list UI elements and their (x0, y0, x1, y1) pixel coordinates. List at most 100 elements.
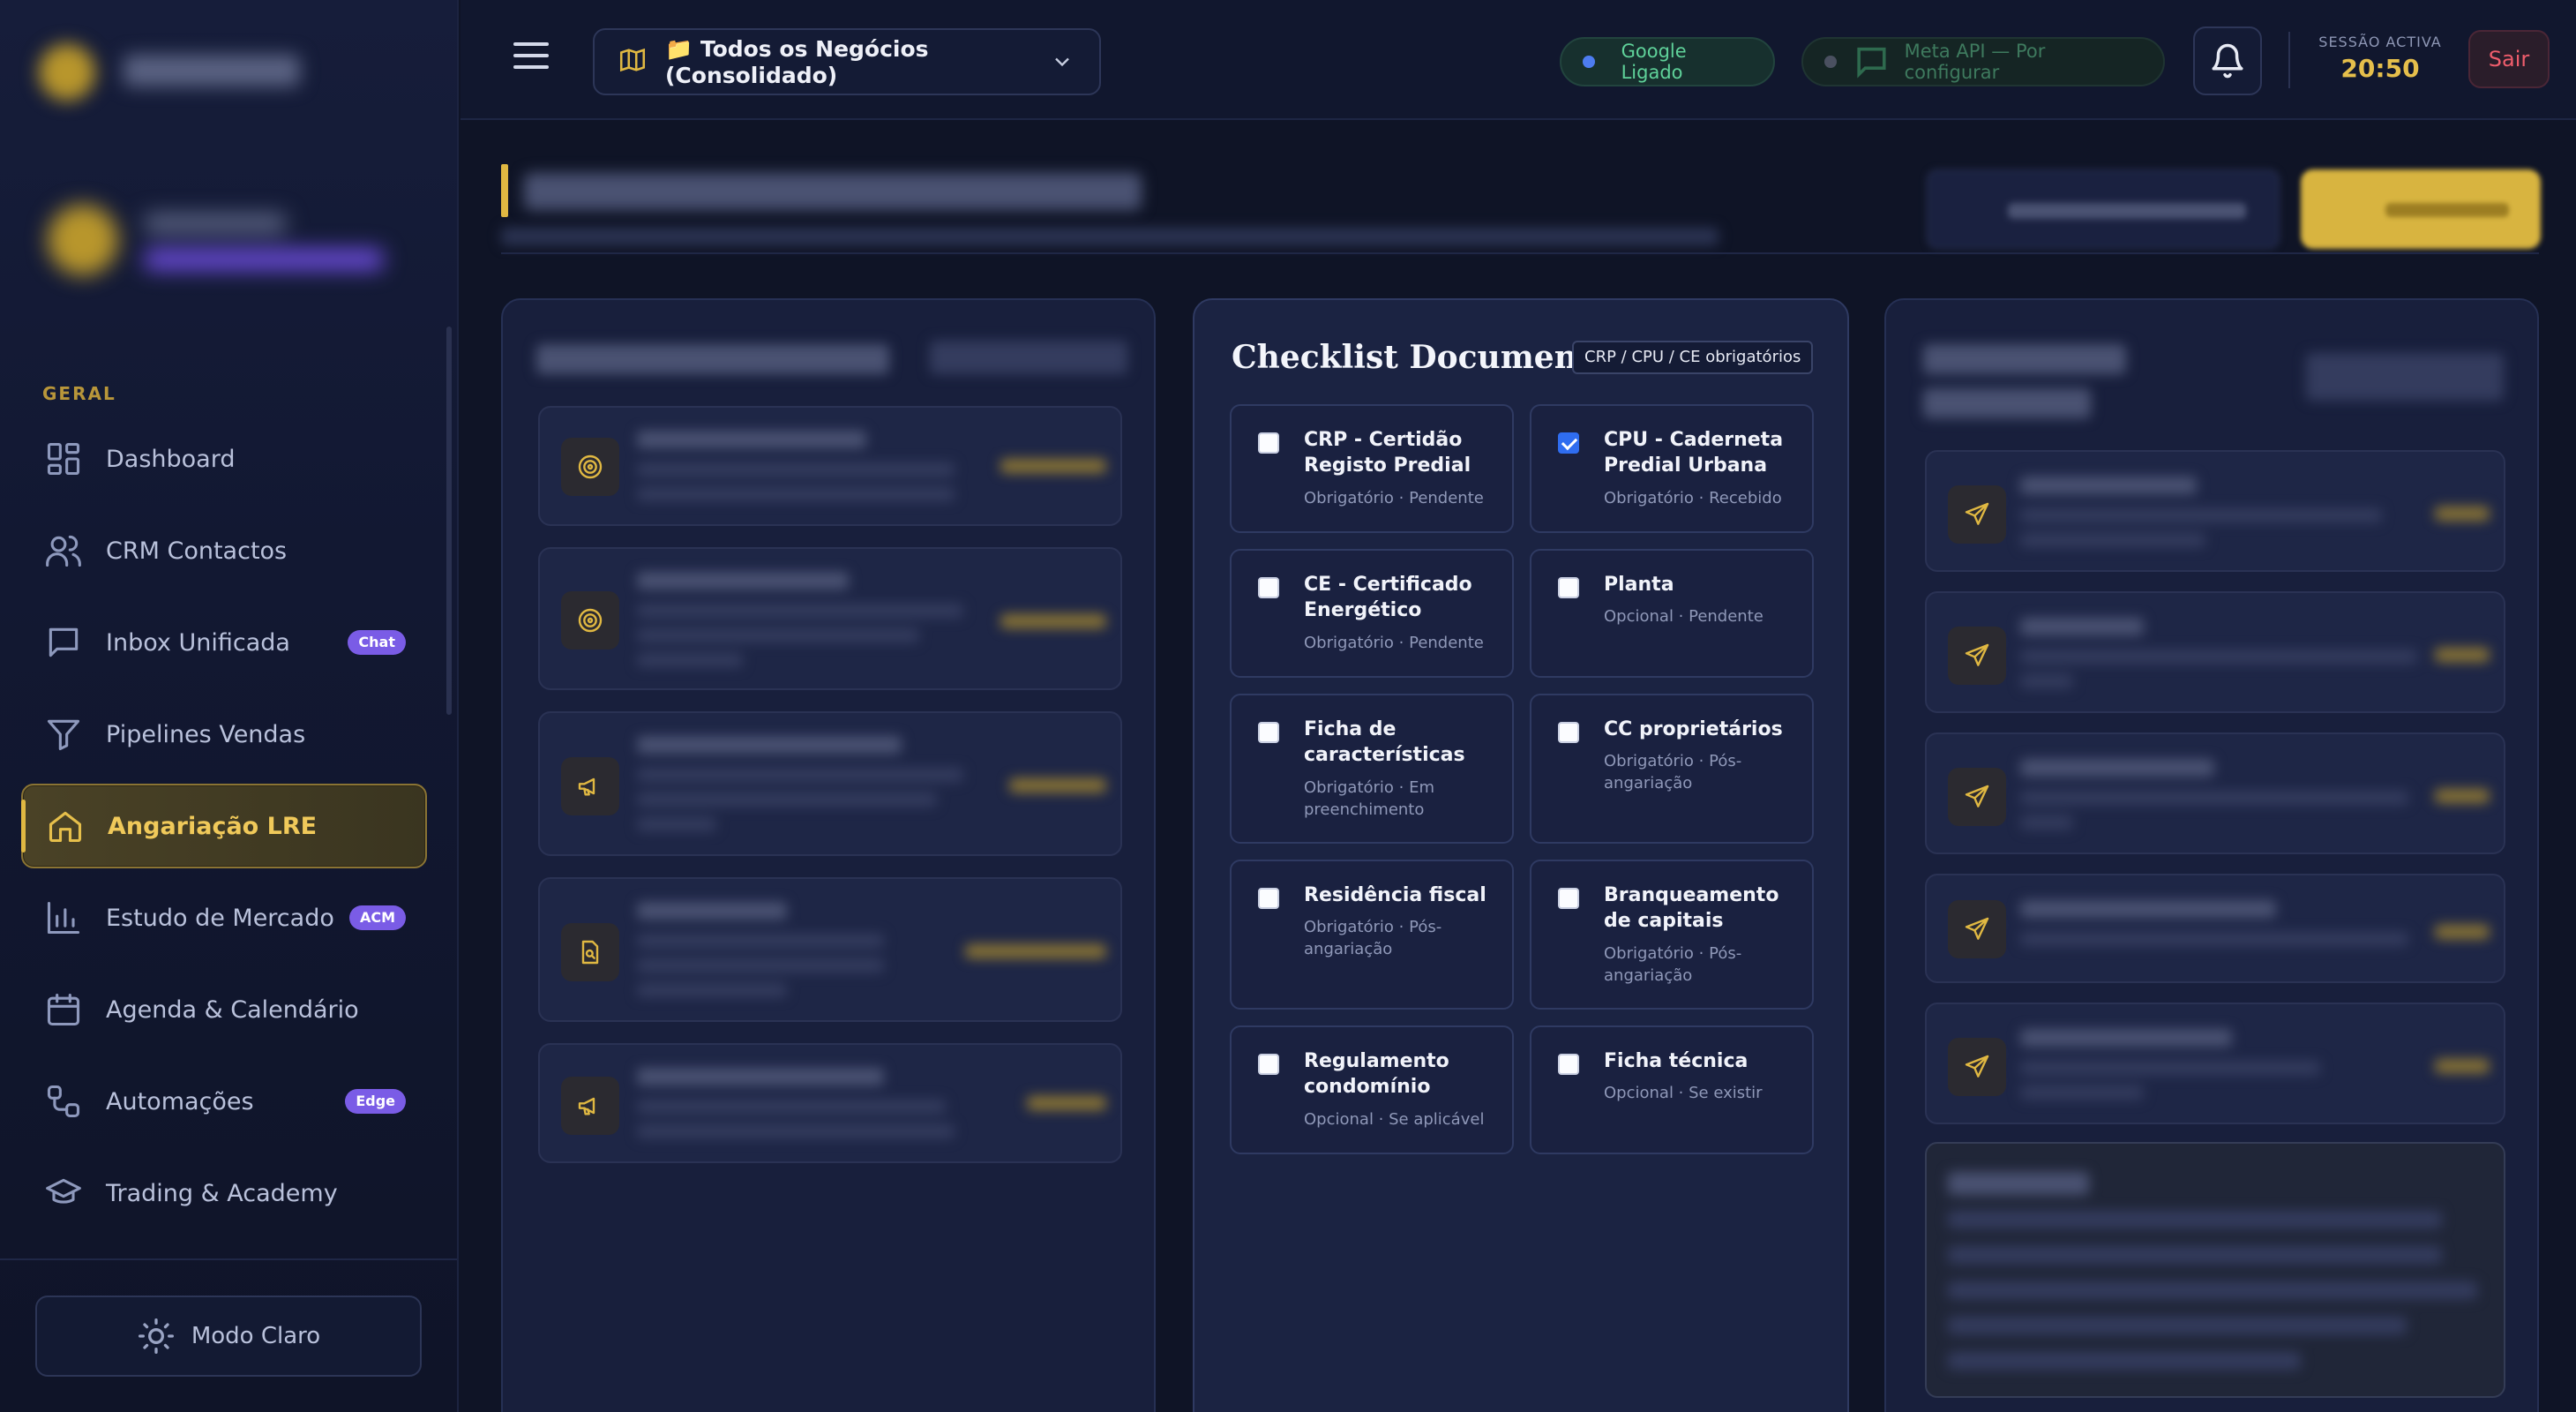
document-checkbox[interactable] (1258, 722, 1279, 743)
home-icon (44, 805, 86, 847)
document-checkbox[interactable] (1258, 432, 1279, 454)
document-item[interactable]: Residência fiscal Obrigatório · Pós-anga… (1230, 860, 1514, 1010)
document-checkbox[interactable] (1558, 722, 1579, 743)
document-checkbox[interactable] (1558, 888, 1579, 909)
sidebar-item-label: Dashboard (106, 445, 236, 473)
bar-chart-icon (42, 897, 85, 939)
sidebar-item-label: Angariação LRE (108, 812, 318, 840)
sun-icon (138, 1318, 174, 1354)
nav-section-label: GERAL (42, 383, 116, 404)
template-item[interactable] (1925, 591, 2505, 713)
page-title (524, 173, 1142, 210)
document-item[interactable]: Branqueamento de capitais Obrigatório · … (1530, 860, 1814, 1010)
edge-badge: Edge (345, 1089, 406, 1114)
sidebar-item-estudo-mercado[interactable]: Estudo de Mercado ACM (21, 875, 427, 960)
pipeline-item[interactable] (538, 406, 1122, 526)
sidebar-item-automacoes[interactable]: Automações Edge (21, 1059, 427, 1144)
document-name: CPU - Caderneta Predial Urbana (1604, 429, 1784, 477)
page-subtitle (501, 228, 1719, 245)
calendar-icon (42, 988, 85, 1031)
business-selector[interactable]: 📁 Todos os Negócios (Consolidado) (593, 28, 1101, 95)
document-status: Obrigatório · Em preenchimento (1304, 778, 1435, 819)
document-checkbox[interactable] (1558, 577, 1579, 598)
document-item[interactable]: Regulamento condomínio Opcional · Se apl… (1230, 1025, 1514, 1154)
light-mode-label: Modo Claro (191, 1323, 321, 1349)
document-item[interactable]: CE - Certificado Energético Obrigatório … (1230, 549, 1514, 678)
notifications-button[interactable] (2193, 26, 2262, 95)
document-name: CE - Certificado Energético (1304, 574, 1472, 621)
sidebar-item-pipelines[interactable]: Pipelines Vendas (21, 692, 427, 777)
workflow-icon (42, 1080, 85, 1123)
brand-logo[interactable] (39, 39, 321, 106)
document-status: Obrigatório · Pós-angariação (1604, 752, 1742, 792)
menu-toggle-icon[interactable] (513, 42, 549, 78)
top-bar: 📁 Todos os Negócios (Consolidado) Google… (461, 0, 2576, 120)
document-item[interactable]: Planta Opcional · Pendente (1530, 549, 1814, 678)
template-item[interactable] (1925, 1003, 2505, 1124)
document-name: Planta (1604, 574, 1674, 596)
document-checkbox[interactable] (1258, 1054, 1279, 1075)
megaphone-icon (561, 757, 619, 815)
document-checkbox[interactable] (1258, 577, 1279, 598)
session-time: 20:50 (2340, 54, 2420, 83)
template-item[interactable] (1925, 450, 2505, 572)
document-item[interactable]: Ficha de características Obrigatório · E… (1230, 694, 1514, 844)
document-checkbox[interactable] (1558, 1054, 1579, 1075)
document-status: Obrigatório · Pós-angariação (1604, 944, 1742, 985)
pipeline-item[interactable] (538, 1043, 1122, 1163)
meta-status-label: Meta API — Por configurar (1904, 41, 2046, 83)
pipeline-item[interactable] (538, 711, 1122, 856)
target-icon (561, 591, 619, 650)
google-status-badge[interactable]: Google Ligado (1560, 37, 1775, 86)
document-status: Opcional · Se existir (1604, 1084, 1763, 1102)
sidebar-item-trading[interactable]: Trading & Academy (21, 1151, 427, 1236)
document-status: Obrigatório · Pós-angariação (1304, 918, 1442, 958)
sidebar-item-inbox[interactable]: Inbox Unificada Chat (21, 600, 427, 685)
users-icon (42, 530, 85, 572)
pipeline-item[interactable] (538, 877, 1122, 1022)
notes-panel (1925, 1142, 2505, 1398)
sidebar-item-dashboard[interactable]: Dashboard (21, 417, 427, 501)
session-label: SESSÃO ACTIVA (2318, 34, 2442, 50)
checklist-title: Checklist Documental (1232, 339, 1625, 376)
sidebar-item-label: Inbox Unificada (106, 628, 290, 657)
document-item[interactable]: CPU - Caderneta Predial Urbana Obrigatór… (1530, 404, 1814, 533)
document-checkbox[interactable] (1558, 432, 1579, 454)
sidebar-item-label: CRM Contactos (106, 537, 288, 565)
sidebar-item-crm-contactos[interactable]: CRM Contactos (21, 508, 427, 593)
header-divider (501, 252, 2539, 254)
chat-badge: Chat (348, 630, 406, 655)
document-name: CC proprietários (1604, 718, 1783, 740)
template-item[interactable] (1925, 874, 2505, 983)
document-name: Residência fiscal (1304, 884, 1486, 906)
chat-bubble-icon (42, 621, 85, 664)
logout-button[interactable]: Sair (2468, 30, 2550, 88)
meta-status-badge[interactable]: Meta API — Por configurar (1801, 37, 2165, 86)
chevron-down-icon (1050, 49, 1075, 78)
primary-action-button[interactable] (2301, 169, 2541, 249)
sidebar-item-label: Estudo de Mercado (106, 904, 334, 932)
document-item[interactable]: CC proprietários Obrigatório · Pós-angar… (1530, 694, 1814, 844)
sidebar-item-angariacao[interactable]: Angariação LRE (21, 784, 427, 868)
document-status: Opcional · Pendente (1604, 607, 1764, 626)
document-name: Regulamento condomínio (1304, 1050, 1449, 1098)
sidebar: GERAL Dashboard CRM Contactos Inbox Unif… (0, 0, 459, 1412)
send-icon (1948, 1038, 2006, 1096)
document-item[interactable]: CRP - Certidão Registo Predial Obrigatór… (1230, 404, 1514, 533)
status-dot-icon (1583, 56, 1595, 68)
checklist-tag: CRP / CPU / CE obrigatórios (1572, 341, 1814, 374)
property-select[interactable] (1927, 169, 2280, 249)
megaphone-icon (561, 1077, 619, 1135)
document-status: Obrigatório · Pendente (1304, 634, 1484, 652)
pipeline-item[interactable] (538, 547, 1122, 690)
light-mode-button[interactable]: Modo Claro (35, 1296, 422, 1377)
sidebar-item-label: Trading & Academy (106, 1179, 338, 1207)
document-name: Ficha de características (1304, 718, 1465, 766)
document-item[interactable]: Ficha técnica Opcional · Se existir (1530, 1025, 1814, 1154)
document-checkbox[interactable] (1258, 888, 1279, 909)
user-profile[interactable] (39, 194, 409, 291)
sidebar-scrollbar[interactable] (446, 327, 452, 715)
template-item[interactable] (1925, 732, 2505, 854)
templates-card (1884, 298, 2539, 1412)
sidebar-item-agenda[interactable]: Agenda & Calendário (21, 967, 427, 1052)
